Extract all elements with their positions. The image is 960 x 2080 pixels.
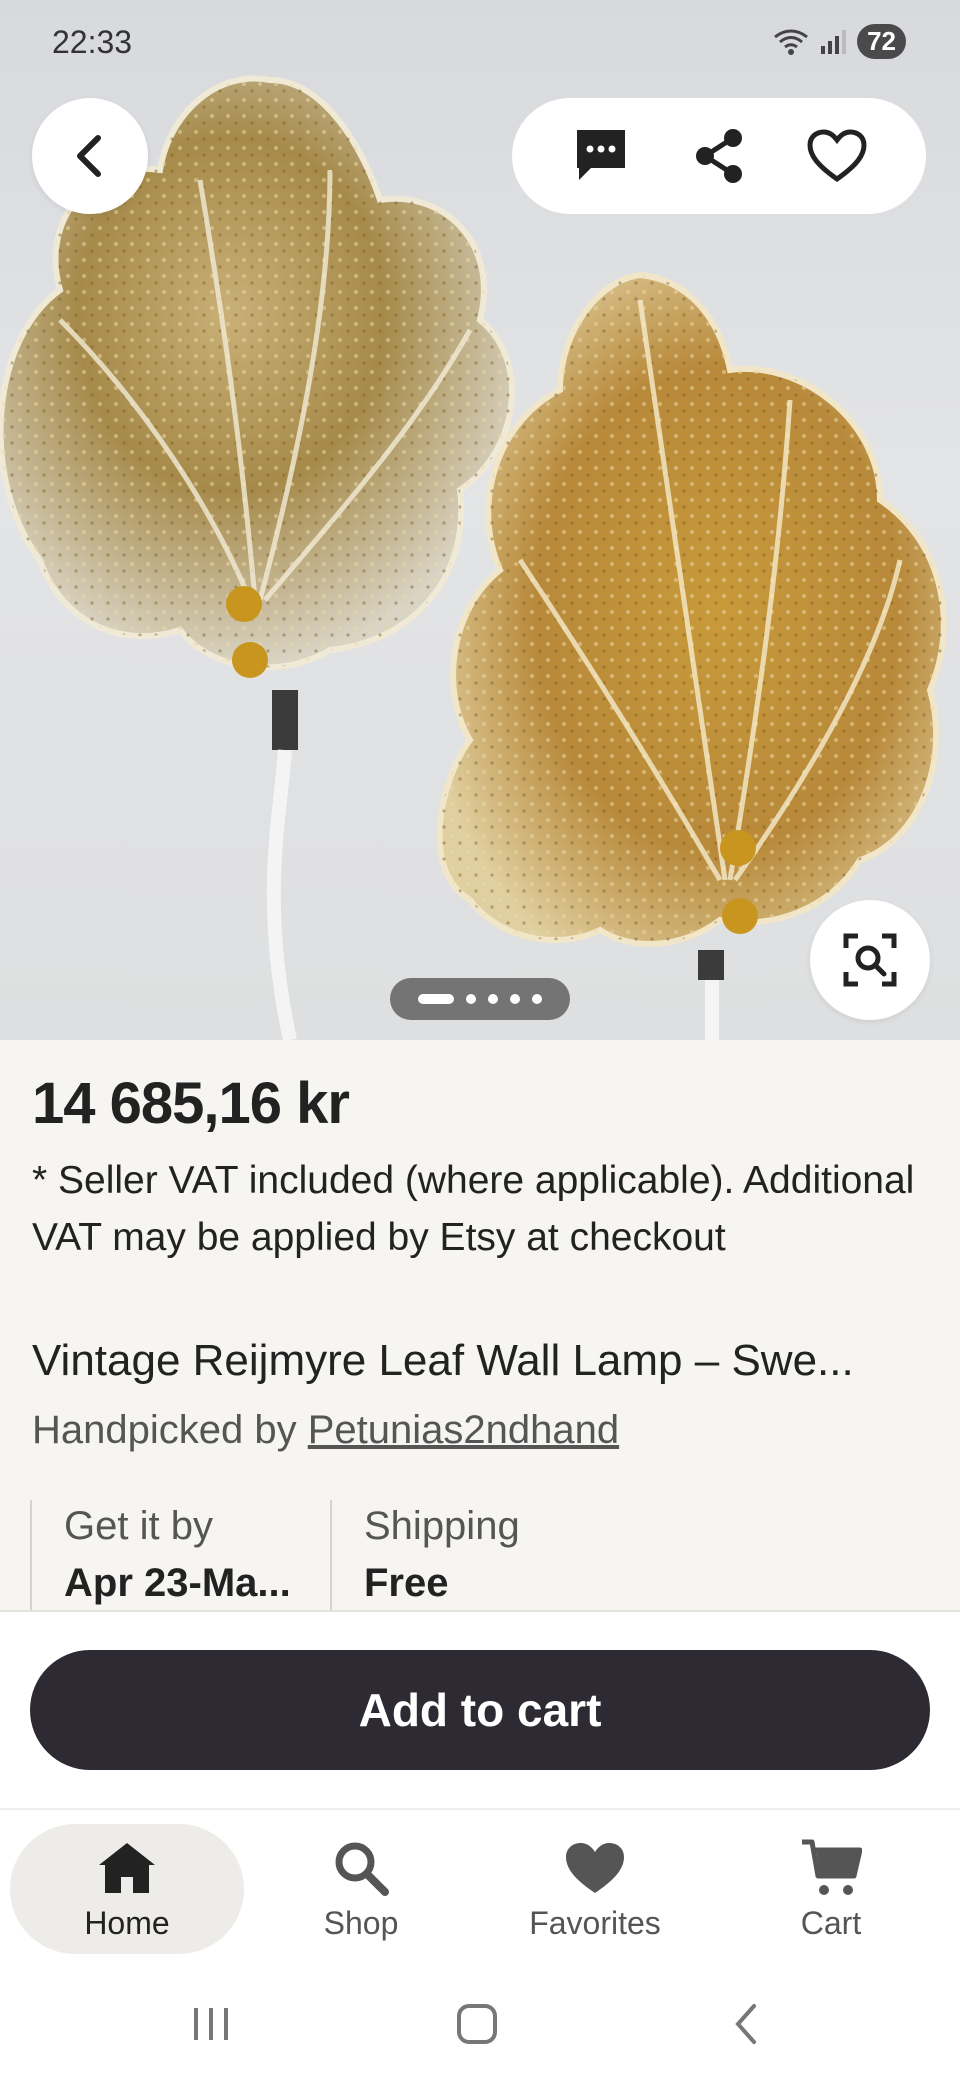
system-navigation-bar <box>0 1968 960 2080</box>
visual-search-icon <box>843 933 897 987</box>
chevron-left-icon <box>77 135 101 177</box>
status-system-icons: 72 <box>773 24 906 59</box>
nav-item-cart[interactable]: Cart <box>712 1824 950 1954</box>
price: 14 685,16 kr <box>32 1071 350 1136</box>
pagination-dot <box>466 994 476 1004</box>
favorite-button[interactable] <box>807 126 867 186</box>
cart-action-bar: Add to cart <box>0 1610 960 1810</box>
listing-title[interactable]: Vintage Reijmyre Leaf Wall Lamp – Swe... <box>32 1336 932 1386</box>
listing-actions <box>512 98 926 214</box>
add-to-cart-button[interactable]: Add to cart <box>30 1650 930 1770</box>
message-seller-button[interactable] <box>571 126 631 186</box>
visual-search-button[interactable] <box>810 900 930 1020</box>
shop-link[interactable]: Petunias2ndhand <box>308 1408 619 1452</box>
nav-label-favorites: Favorites <box>529 1904 661 1941</box>
share-button[interactable] <box>689 126 749 186</box>
wifi-icon <box>774 29 809 55</box>
pagination-dot <box>532 994 542 1004</box>
shipping-cost[interactable]: Shipping Free <box>330 1500 664 1610</box>
nav-item-shop[interactable]: Shop <box>244 1824 478 1954</box>
delivery-info: Get it by Apr 23-Ma... Shipping Free <box>30 1500 930 1610</box>
status-bar: 22:33 72 <box>0 0 960 90</box>
shipping-value: Free <box>364 1561 449 1605</box>
listing-info: 14 685,16 kr * Seller VAT included (wher… <box>0 1040 960 1610</box>
signal-icon <box>821 29 847 54</box>
system-back-button[interactable] <box>726 1998 766 2050</box>
battery-indicator: 72 <box>857 24 906 59</box>
nav-label-home: Home <box>84 1904 170 1941</box>
cart-icon <box>802 1839 862 1895</box>
recent-apps-button[interactable] <box>186 1998 236 2050</box>
pagination-dot <box>488 994 498 1004</box>
home-square-icon <box>457 2004 497 2044</box>
status-time: 22:33 <box>52 24 133 60</box>
handpicked-by: Handpicked by Petunias2ndhand <box>32 1408 619 1453</box>
heart-icon <box>566 1842 624 1893</box>
pagination-dot <box>510 994 520 1004</box>
bottom-navigation: Home Shop Favorites Cart <box>0 1808 960 1970</box>
delivery-estimate-label: Get it by <box>64 1504 213 1548</box>
nav-label-cart: Cart <box>800 1904 862 1941</box>
search-icon <box>335 1842 389 1896</box>
nav-item-home[interactable]: Home <box>10 1824 244 1954</box>
product-image-gallery[interactable]: 22:33 72 <box>0 0 960 1040</box>
back-chevron-icon <box>735 2004 756 2044</box>
recent-apps-icon <box>194 2008 228 2040</box>
pagination-dot-active <box>418 994 454 1004</box>
vat-note: * Seller VAT included (where applicable)… <box>32 1159 915 1259</box>
back-button[interactable] <box>32 98 148 214</box>
handpicked-prefix: Handpicked by <box>32 1408 308 1452</box>
delivery-estimate[interactable]: Get it by Apr 23-Ma... <box>30 1500 330 1610</box>
shipping-label: Shipping <box>364 1504 520 1548</box>
home-icon <box>99 1842 155 1893</box>
heart-outline-icon <box>807 129 867 183</box>
message-icon <box>577 130 625 180</box>
nav-item-favorites[interactable]: Favorites <box>478 1824 712 1954</box>
home-system-button[interactable] <box>452 1998 502 2050</box>
share-icon <box>696 129 742 183</box>
gallery-pagination[interactable] <box>390 978 570 1020</box>
nav-label-shop: Shop <box>323 1904 399 1941</box>
delivery-estimate-value: Apr 23-Ma... <box>64 1561 291 1605</box>
